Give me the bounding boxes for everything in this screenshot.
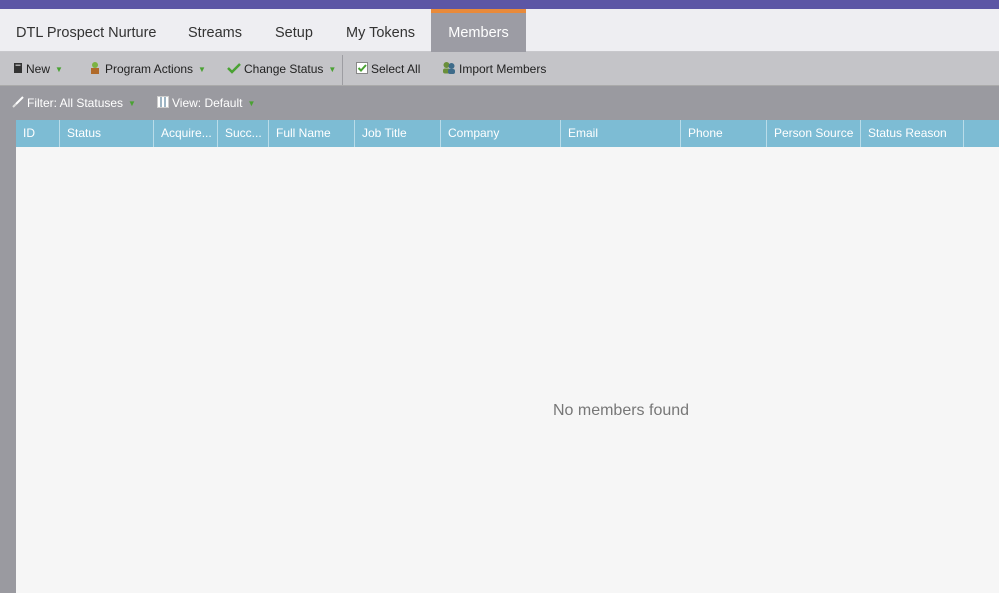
tab-my-tokens[interactable]: My Tokens: [346, 9, 415, 52]
tab-program[interactable]: DTL Prospect Nurture: [16, 9, 156, 52]
members-grid: ID Status Acquire... Succ... Full Name J…: [16, 120, 999, 593]
import-members-label: Import Members: [459, 62, 547, 76]
filter-bar: Filter: All Statuses ▼ View: Default ▼: [0, 86, 999, 120]
toolbar: New ▼ Program Actions ▼ Change Status ▼ …: [0, 52, 999, 86]
select-all-label: Select All: [371, 62, 421, 76]
chevron-down-icon: ▼: [247, 98, 256, 108]
column-status-reason[interactable]: Status Reason: [861, 120, 964, 147]
program-actions-label: Program Actions: [105, 62, 194, 76]
empty-state-message: No members found: [552, 402, 690, 419]
top-accent-bar: [0, 0, 999, 9]
filter-label: Filter: All Statuses: [27, 96, 124, 110]
column-acquired[interactable]: Acquire...: [154, 120, 218, 147]
chevron-down-icon: ▼: [198, 64, 206, 74]
toolbar-divider: [342, 55, 343, 85]
column-full-name[interactable]: Full Name: [269, 120, 355, 147]
program-actions-button[interactable]: Program Actions ▼: [88, 52, 206, 86]
column-status[interactable]: Status: [60, 120, 154, 147]
view-label: View: Default: [172, 96, 243, 110]
tab-streams[interactable]: Streams: [188, 9, 242, 52]
column-person-source[interactable]: Person Source: [767, 120, 861, 147]
column-email[interactable]: Email: [561, 120, 681, 147]
view-button[interactable]: View: Default ▼: [157, 86, 255, 120]
filter-button[interactable]: Filter: All Statuses ▼: [12, 86, 136, 120]
grid-header: ID Status Acquire... Succ... Full Name J…: [16, 120, 999, 147]
column-success[interactable]: Succ...: [218, 120, 269, 147]
column-phone[interactable]: Phone: [681, 120, 767, 147]
chevron-down-icon: ▼: [55, 64, 63, 74]
filter-icon: [12, 95, 24, 111]
column-job-title[interactable]: Job Title: [355, 120, 441, 147]
column-company[interactable]: Company: [441, 120, 561, 147]
program-actions-icon: [88, 61, 102, 78]
columns-icon: [157, 95, 169, 111]
select-all-button[interactable]: Select All: [356, 52, 420, 86]
column-id[interactable]: ID: [16, 120, 60, 147]
checkbox-icon: [356, 61, 368, 77]
new-label: New: [26, 62, 51, 76]
chevron-down-icon: ▼: [128, 98, 136, 108]
new-icon: [13, 62, 23, 77]
tab-bar: DTL Prospect Nurture Streams Setup My To…: [0, 9, 999, 52]
chevron-down-icon: ▼: [328, 64, 337, 74]
change-status-icon: [227, 62, 241, 77]
new-button[interactable]: New ▼: [13, 52, 63, 86]
change-status-button[interactable]: Change Status ▼: [227, 52, 336, 86]
import-members-button[interactable]: Import Members: [442, 52, 546, 86]
tab-members[interactable]: Members: [431, 9, 526, 52]
tab-setup[interactable]: Setup: [275, 9, 313, 52]
users-icon: [442, 61, 456, 77]
column-extra[interactable]: [964, 120, 999, 147]
change-status-label: Change Status: [244, 62, 324, 76]
